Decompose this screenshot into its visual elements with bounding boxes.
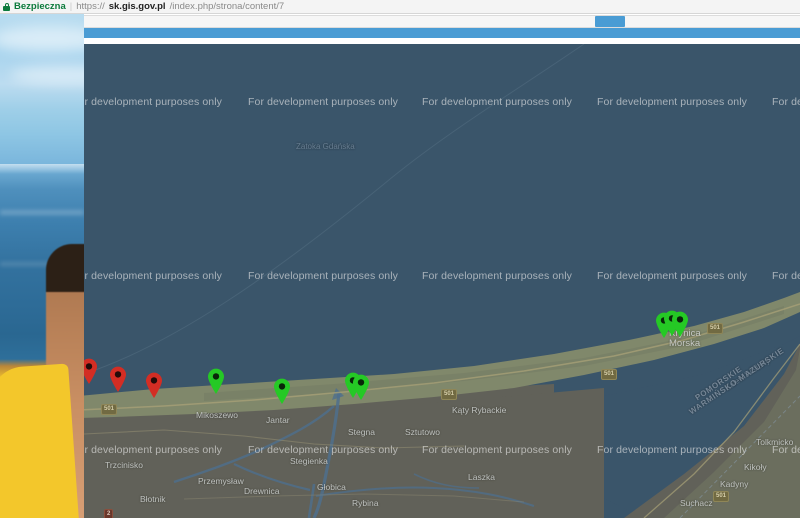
place-label-krynica-morska-2: Morska: [669, 338, 701, 349]
url-path: /index.php/strona/content/7: [169, 1, 285, 12]
place-label-sztutowo: Sztutowo: [405, 427, 440, 437]
map-marker-green[interactable]: [273, 378, 291, 404]
security-label: Bezpieczna: [14, 1, 66, 12]
place-label-drewnica: Drewnica: [244, 486, 280, 496]
omnibox-divider: |: [69, 1, 73, 12]
map-marker-red[interactable]: [109, 366, 127, 392]
map-marker-green[interactable]: [207, 368, 225, 394]
place-label-laszka: Laszka: [468, 472, 495, 482]
horizontal-scrollbar-track[interactable]: [84, 15, 800, 28]
map-geometry: [84, 44, 800, 518]
place-label-kikoly: Kikoły: [744, 462, 767, 472]
url-scheme: https://: [76, 1, 105, 12]
road-shield-501: 501: [707, 323, 724, 334]
road-shield-501: 501: [101, 404, 118, 415]
place-label-blotnik: Błotnik: [140, 494, 166, 504]
place-label-jantar: Jantar: [266, 415, 290, 425]
sea-label-zatoka-gdanska: Zatoka Gdańska: [296, 142, 355, 151]
map-canvas[interactable]: For development purposes only For develo…: [84, 44, 800, 518]
place-label-mikoszewo: Mikoszewo: [196, 410, 239, 420]
road-shield-501: 501: [713, 491, 730, 502]
place-label-globica: Głobica: [317, 482, 346, 492]
place-label-stegna: Stegna: [348, 427, 375, 437]
road-shield-501: 501: [601, 369, 618, 380]
map-marker-green[interactable]: [671, 311, 689, 337]
place-label-kadyny: Kadyny: [720, 479, 749, 489]
url-host: sk.gis.gov.pl: [108, 1, 166, 12]
map-marker-red[interactable]: [84, 358, 98, 384]
map-marker-red[interactable]: [145, 372, 163, 398]
browser-omnibox[interactable]: Bezpieczna | https://sk.gis.gov.pl/index…: [0, 0, 800, 14]
horizontal-scrollbar-thumb[interactable]: [595, 16, 625, 27]
place-label-trzcinisko: Trzcinisko: [105, 460, 143, 470]
road-shield-501: 501: [441, 389, 458, 400]
lock-icon: [3, 2, 10, 11]
place-label-katy-rybackie: Kąty Rybackie: [452, 405, 507, 415]
place-label-tolkmicko: Tolkmicko: [756, 437, 794, 447]
place-label-przemyslaw: Przemysław: [198, 476, 244, 486]
background-photo: [0, 14, 84, 518]
road-shield-2: 2: [104, 509, 114, 518]
map-marker-green[interactable]: [352, 374, 370, 400]
place-label-stegienka: Stegienka: [290, 456, 328, 466]
site-header-band: [84, 28, 800, 38]
place-label-rybina: Rybina: [352, 498, 379, 508]
place-label-suchacz: Suchacz: [680, 498, 713, 508]
